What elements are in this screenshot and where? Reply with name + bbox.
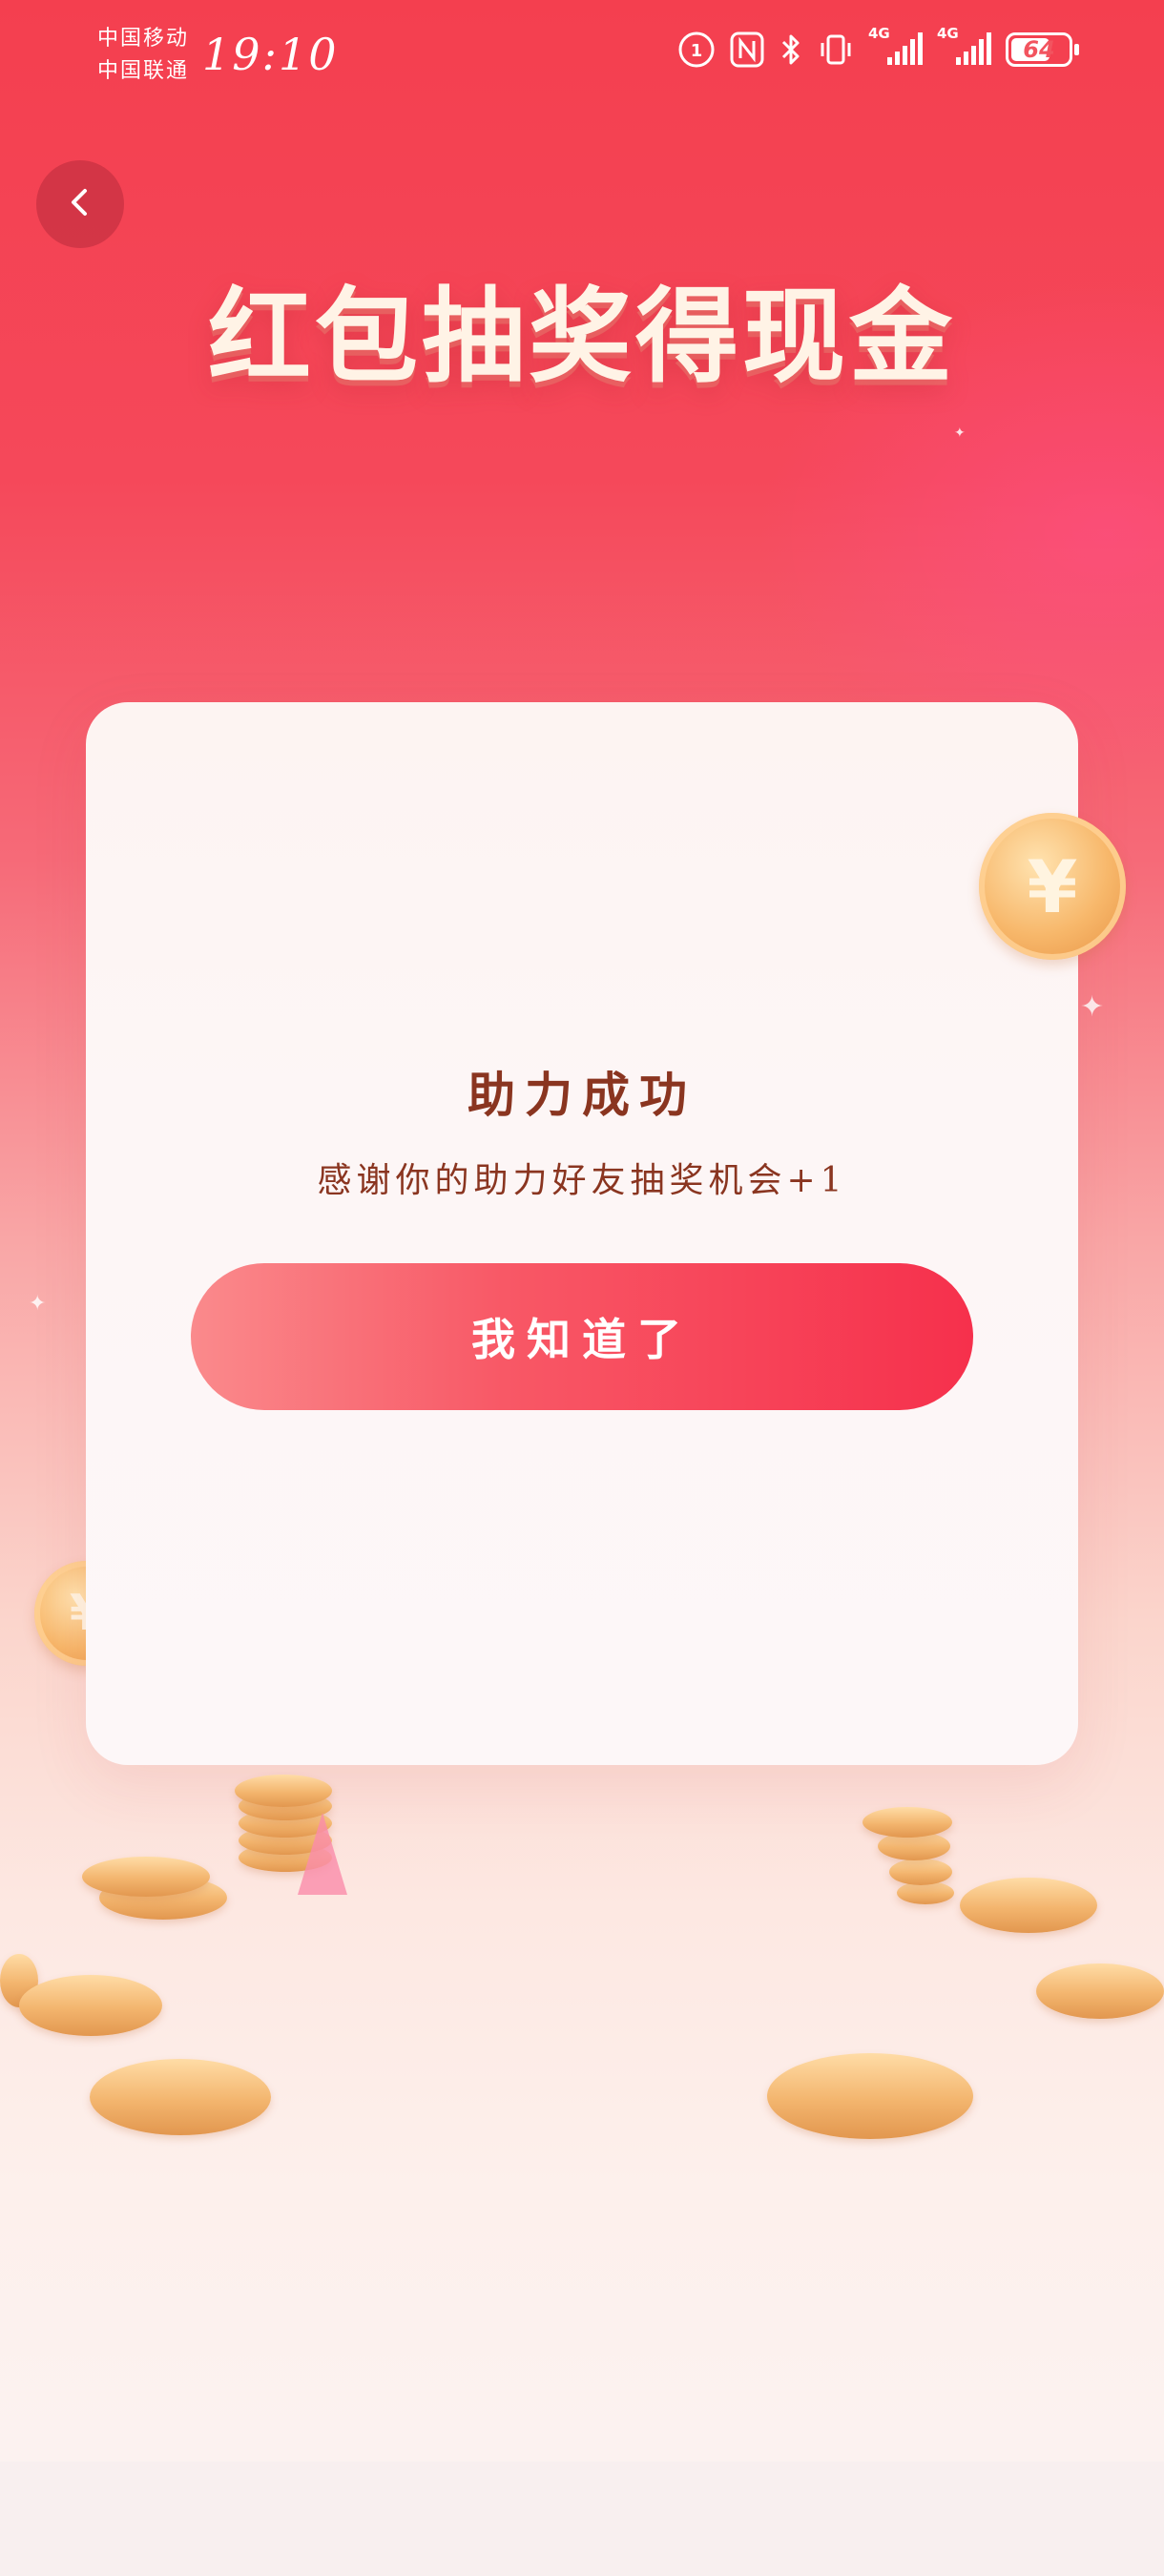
network-1-label: 4G	[868, 25, 890, 42]
battery-icon: 64	[1006, 32, 1079, 67]
success-dialog	[86, 702, 1078, 1765]
vibrate-icon	[817, 31, 855, 69]
dialog-message: 感谢你的助力好友抽奖机会+1	[317, 1161, 847, 1200]
bluetooth-icon	[779, 31, 803, 69]
coin-icon	[767, 2053, 973, 2139]
status-icons: 1 4G 4G 64	[677, 25, 1079, 69]
sparkle-icon: ✦	[29, 1292, 47, 1316]
carrier-2-label: 中国联通	[97, 59, 190, 83]
svg-text:1: 1	[691, 41, 703, 61]
signal-2-icon: 4G	[937, 25, 992, 69]
signal-1-icon: 4G	[868, 25, 924, 69]
bottom-area	[0, 2462, 1164, 2576]
battery-level-label: 64	[1023, 36, 1055, 63]
status-bar: 中国移动 中国联通 19:10 1 4G 4G 64	[0, 0, 1164, 114]
back-button[interactable]	[36, 160, 124, 248]
battery-indicator: 64	[1006, 32, 1079, 67]
nfc-icon	[729, 31, 765, 69]
coin-symbol: ¥	[1027, 843, 1078, 929]
dialog-title: 助力成功	[468, 1067, 696, 1123]
coin-icon: ¥	[979, 813, 1126, 960]
coin-icon	[1036, 1963, 1164, 2019]
status-time: 19:10	[202, 29, 339, 80]
coin-icon	[960, 1878, 1097, 1933]
chevron-left-icon	[61, 183, 99, 225]
confirm-button[interactable]: 我知道了	[191, 1263, 973, 1410]
carrier-1-label: 中国移动	[97, 27, 190, 51]
page-title: 红包抽奖得现金	[207, 278, 956, 397]
decorative-crystal	[298, 1813, 347, 1895]
confirm-button-label: 我知道了	[471, 1314, 693, 1365]
carrier-info: 中国移动 中国联通	[97, 23, 189, 88]
hd-call-icon: 1	[677, 31, 716, 69]
sparkle-icon: ✦	[1080, 990, 1105, 1024]
coin-icon	[19, 1975, 162, 2036]
coin-icon	[90, 2059, 271, 2135]
sparkle-icon: ✦	[954, 426, 966, 441]
network-2-label: 4G	[937, 25, 959, 42]
